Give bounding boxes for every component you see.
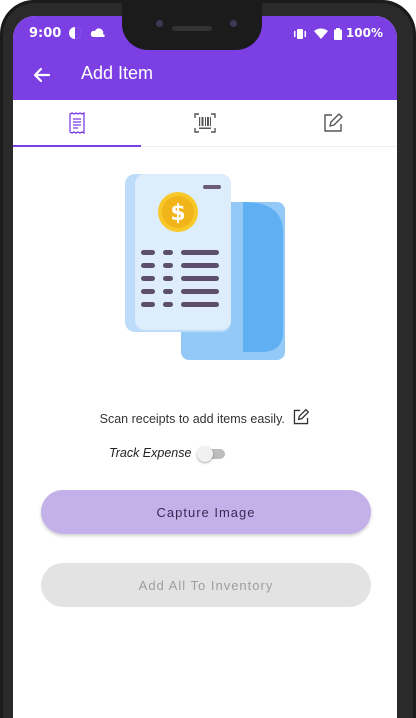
description-row: Scan receipts to add items easily. xyxy=(13,408,397,429)
arrow-left-icon xyxy=(33,67,51,83)
phone-screen: 9:00 100% Add Item $ Scan receipts to ad… xyxy=(13,16,397,718)
cloud-icon xyxy=(90,27,105,37)
barcode-scan-icon xyxy=(194,113,216,133)
page-title: Add Item xyxy=(81,63,154,83)
toggle-thumb xyxy=(197,446,214,462)
description-text: Scan receipts to add items easily. xyxy=(99,411,285,426)
vibrate-icon xyxy=(294,28,307,39)
tab-barcode-scan[interactable] xyxy=(141,100,269,146)
receipt-icon xyxy=(69,112,85,134)
camera-notch xyxy=(122,0,262,50)
tab-bar xyxy=(13,100,397,147)
track-expense-row: Track Expense xyxy=(109,442,226,464)
description-edit-button[interactable] xyxy=(292,408,310,429)
wifi-icon xyxy=(313,28,328,39)
track-expense-label: Track Expense xyxy=(109,446,192,460)
speaker-grill xyxy=(172,26,212,31)
tab-manual-edit[interactable] xyxy=(269,100,397,146)
receipt-dollar-illustration: $ xyxy=(125,174,285,360)
add-all-to-inventory-button[interactable]: Add All To Inventory xyxy=(41,563,371,607)
status-left-icons xyxy=(68,25,106,40)
capture-image-button[interactable]: Capture Image xyxy=(41,490,371,534)
back-button[interactable] xyxy=(29,62,55,88)
app-bar: Add Item xyxy=(13,52,397,100)
status-right: 100% xyxy=(293,26,383,40)
privacy-dot-icon xyxy=(69,26,81,39)
battery-icon xyxy=(333,27,342,40)
tab-receipt[interactable] xyxy=(13,100,141,147)
camera-lens xyxy=(156,20,163,27)
edit-icon xyxy=(294,408,310,425)
status-time: 9:00 xyxy=(29,26,62,41)
track-expense-toggle[interactable] xyxy=(197,446,226,462)
sensor-dot xyxy=(230,20,237,27)
edit-icon xyxy=(324,113,343,132)
tab-selected-indicator xyxy=(13,145,141,147)
svg-text:$: $ xyxy=(170,201,185,226)
device-frame: 9:00 100% Add Item $ Scan receipts to ad… xyxy=(0,0,416,718)
battery-percent: 100% xyxy=(345,26,383,40)
